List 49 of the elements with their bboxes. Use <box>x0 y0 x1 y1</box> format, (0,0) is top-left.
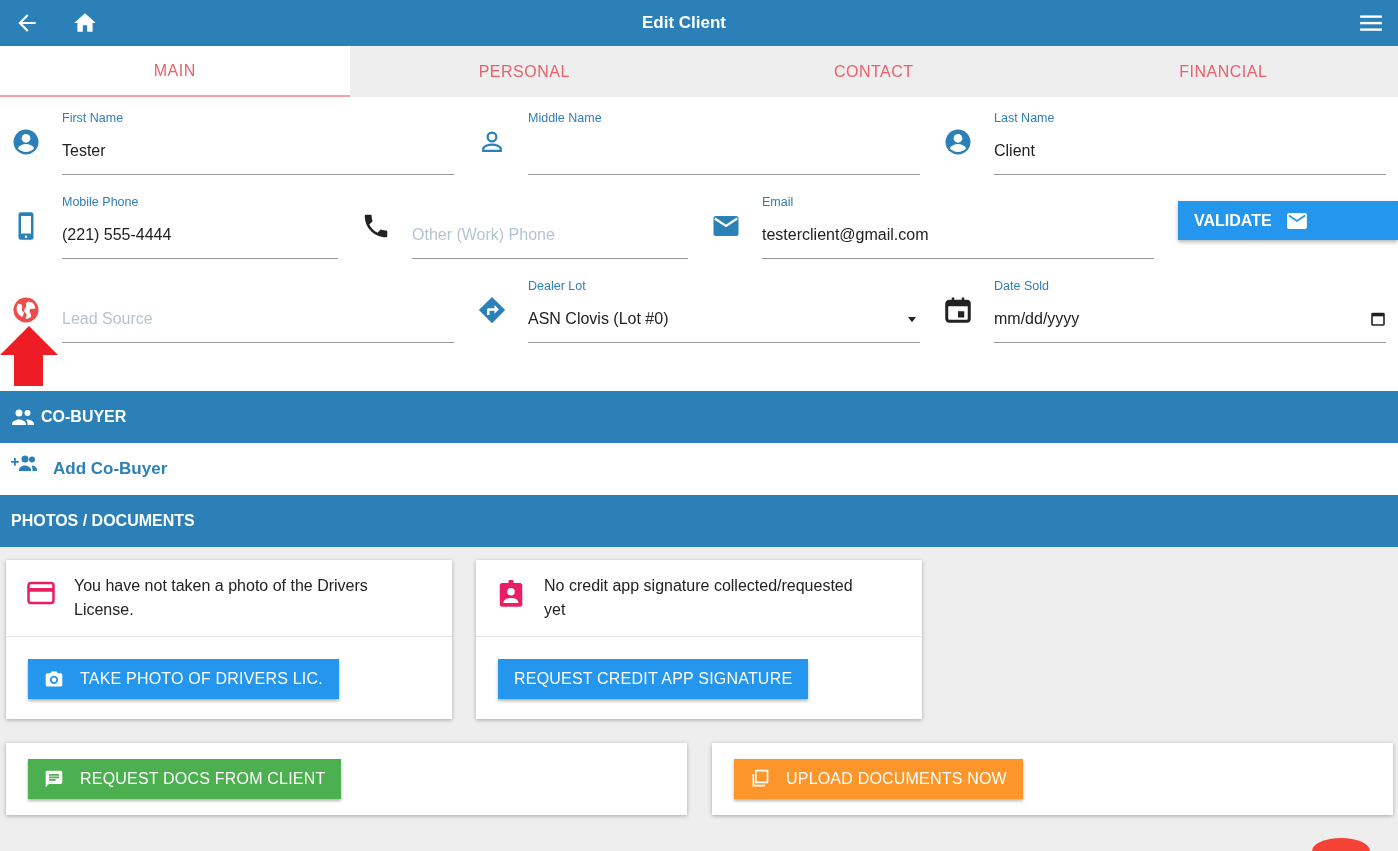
upload-documents-button[interactable]: UPLOAD DOCUMENTS NOW <box>734 759 1023 799</box>
envelope-icon <box>1285 211 1308 230</box>
page-title: Edit Client <box>640 13 728 33</box>
tab[interactable]: MAIN <box>0 46 350 97</box>
status-message: No credit app signature collected/requested yet <box>544 576 854 620</box>
field-value: mm/dd/yyyy <box>994 310 1080 328</box>
floating-action-button[interactable] <box>1312 838 1370 851</box>
request-signature-button[interactable]: REQUEST CREDIT APP SIGNATURE <box>498 659 809 699</box>
field-label: Date Sold <box>994 279 1049 293</box>
people-icon <box>11 407 35 427</box>
camera-icon <box>44 669 64 689</box>
field-label: First Name <box>62 111 124 125</box>
user-circle-icon <box>11 127 41 157</box>
field-value: testerclient@gmail.com <box>762 226 929 244</box>
input-field[interactable]: Mobile Phone (221) 555-4444 <box>62 193 338 259</box>
field-label: Dealer Lot <box>528 279 586 293</box>
request-docs-button[interactable]: REQUEST DOCS FROM CLIENT <box>28 759 342 799</box>
input-field[interactable]: First Name Tester <box>62 109 454 175</box>
take-photo-button[interactable]: TAKE PHOTO OF DRIVERS LIC. <box>28 659 339 699</box>
input-field[interactable]: Email testerclient@gmail.com <box>762 193 1154 259</box>
input-field[interactable]: Lead Source <box>62 277 454 343</box>
section-title: CO-BUYER <box>41 408 127 426</box>
chat-icon <box>44 769 64 789</box>
status-message: You have not taken a photo of the Drivers License. <box>74 576 369 620</box>
up-arrow-drawing <box>0 326 58 386</box>
select-field[interactable]: Dealer Lot ASN Clovis (Lot #0) <box>528 277 920 343</box>
input-field[interactable]: Middle Name <box>528 109 920 175</box>
input-field[interactable]: Other (Work) Phone <box>412 193 688 259</box>
section-title: PHOTOS / DOCUMENTS <box>11 512 195 530</box>
placeholder: Other (Work) Phone <box>412 226 556 244</box>
input-field[interactable]: Last Name Client <box>994 109 1386 175</box>
field-label: Middle Name <box>528 111 602 125</box>
field-label: Email <box>762 195 794 209</box>
field-value: Client <box>994 142 1035 160</box>
placeholder: Lead Source <box>62 310 154 328</box>
field-value: (221) 555-4444 <box>62 226 172 244</box>
stacked-pages-icon <box>750 769 770 789</box>
user-circle-icon <box>943 127 973 157</box>
date-field[interactable]: Date Sold mm/dd/yyyy <box>994 277 1386 343</box>
field-label: Last Name <box>994 111 1055 125</box>
validate-button[interactable]: VALIDATE <box>1178 201 1398 240</box>
globe-icon <box>11 295 41 325</box>
diamond-arrow-icon <box>477 295 507 325</box>
field-value: ASN Clovis (Lot #0) <box>528 310 669 328</box>
calendar-icon[interactable] <box>1370 311 1386 327</box>
calendar-icon <box>943 295 973 325</box>
field-label: Mobile Phone <box>62 195 139 209</box>
add-co-buyer-link[interactable]: Add Co-Buyer <box>53 459 168 479</box>
field-value: Tester <box>62 142 106 160</box>
